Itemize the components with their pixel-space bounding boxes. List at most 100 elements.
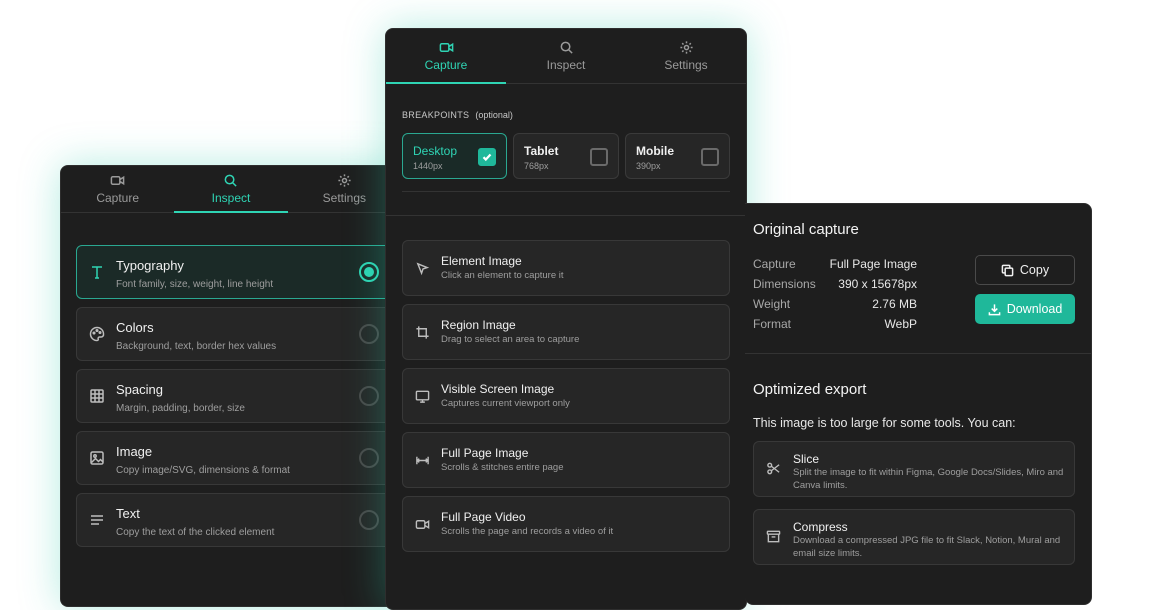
search-icon <box>560 41 573 54</box>
tab-bar: Capture Inspect Settings <box>386 29 746 84</box>
action-full-page-image[interactable]: Full Page Image Scrolls & stitches entir… <box>402 432 730 488</box>
palette-icon <box>89 326 105 342</box>
tab-capture[interactable]: Capture <box>386 29 506 84</box>
breakpoint-checkbox[interactable] <box>590 148 608 166</box>
tab-inspect[interactable]: Inspect <box>174 166 288 213</box>
action-title: Full Page Image <box>441 446 529 460</box>
breakpoint-tablet[interactable]: Tablet 768px <box>513 133 619 179</box>
tab-label: Capture <box>424 58 468 72</box>
video-icon <box>439 42 453 53</box>
breakpoints-optional: (optional) <box>475 110 513 120</box>
option-desc: Font family, size, weight, line height <box>116 279 274 290</box>
tab-settings[interactable]: Settings <box>288 166 401 212</box>
action-element-image[interactable]: Element Image Click an element to captur… <box>402 240 730 296</box>
archive-icon <box>766 530 781 543</box>
tab-label: Settings <box>664 58 708 72</box>
option-typography[interactable]: Typography Font family, size, weight, li… <box>76 245 401 299</box>
download-label: Download <box>1006 302 1063 316</box>
download-button[interactable]: Download <box>975 294 1075 324</box>
action-region-image[interactable]: Region Image Drag to select an area to c… <box>402 304 730 360</box>
option-radio[interactable] <box>359 448 379 468</box>
breakpoint-size: 768px <box>524 161 549 171</box>
tab-settings[interactable]: Settings <box>626 29 746 83</box>
option-text[interactable]: Text Copy the text of the clicked elemen… <box>76 493 401 547</box>
stretch-icon <box>416 456 429 465</box>
option-title: Text <box>116 506 140 521</box>
search-icon <box>225 174 238 187</box>
action-desc: Scrolls the page and records a video of … <box>441 526 614 537</box>
option-radio[interactable] <box>359 262 379 282</box>
option-radio[interactable] <box>359 510 379 530</box>
download-icon <box>988 303 1001 315</box>
video-icon <box>110 175 125 186</box>
gear-icon <box>679 41 693 54</box>
monitor-icon <box>415 390 430 403</box>
breakpoint-checkbox[interactable] <box>478 148 496 166</box>
breakpoints-label: BREAKPOINTS <box>402 110 470 120</box>
tab-inspect[interactable]: Inspect <box>506 29 626 83</box>
copy-label: Copy <box>1019 263 1050 277</box>
option-desc: Margin, padding, border, size <box>116 403 245 414</box>
export-title: Slice <box>793 452 820 466</box>
original-capture-title: Original capture <box>753 221 859 238</box>
breakpoint-checkbox[interactable] <box>701 148 719 166</box>
divider <box>386 215 746 216</box>
inspect-panel: Capture Inspect Settings Typography Font… <box>60 165 401 607</box>
action-title: Region Image <box>441 318 516 332</box>
type-icon <box>92 266 102 279</box>
export-desc: Download a compressed JPG file to fit Sl… <box>793 535 1061 559</box>
action-desc: Scrolls & stitches entire page <box>441 462 564 473</box>
breakpoint-desktop[interactable]: Desktop 1440px <box>402 133 507 179</box>
grid-icon <box>90 389 104 403</box>
export-slice[interactable]: Slice Split the image to fit within Figm… <box>753 441 1075 497</box>
action-desc: Drag to select an area to capture <box>441 334 580 345</box>
tab-capture[interactable]: Capture <box>61 166 174 212</box>
detail-value: Full Page Image <box>829 257 917 271</box>
breakpoint-name: Tablet <box>524 144 559 158</box>
breakpoint-mobile[interactable]: Mobile 390px <box>625 133 730 179</box>
crop-icon <box>416 326 429 339</box>
detail-value: 390 x 15678px <box>838 277 917 291</box>
breakpoint-size: 390px <box>636 161 661 171</box>
divider <box>745 353 1091 354</box>
breakpoint-name: Desktop <box>413 144 458 158</box>
action-desc: Captures current viewport only <box>441 398 570 409</box>
tab-label: Settings <box>322 191 366 205</box>
text-lines-icon <box>91 515 103 525</box>
action-title: Full Page Video <box>441 510 526 524</box>
option-image[interactable]: Image Copy image/SVG, dimensions & forma… <box>76 431 401 485</box>
breakpoint-size: 1440px <box>413 161 443 171</box>
option-title: Spacing <box>116 382 163 397</box>
copy-button[interactable]: Copy <box>975 255 1075 285</box>
option-desc: Background, text, border hex values <box>116 341 277 352</box>
option-spacing[interactable]: Spacing Margin, padding, border, size <box>76 369 401 423</box>
option-colors[interactable]: Colors Background, text, border hex valu… <box>76 307 401 361</box>
export-compress[interactable]: Compress Download a compressed JPG file … <box>753 509 1075 565</box>
breakpoints-heading: BREAKPOINTS (optional) <box>402 110 513 120</box>
option-radio[interactable] <box>359 386 379 406</box>
detail-key: Weight <box>753 297 791 311</box>
export-note: This image is too large for some tools. … <box>753 416 1016 430</box>
export-desc: Split the image to fit within Figma, Goo… <box>793 467 1064 491</box>
tab-label: Capture <box>96 191 140 205</box>
image-icon <box>90 451 104 465</box>
check-icon <box>482 153 492 162</box>
scissors-icon <box>767 462 780 475</box>
action-full-page-video[interactable]: Full Page Video Scrolls the page and rec… <box>402 496 730 552</box>
detail-value: WebP <box>884 317 917 331</box>
action-title: Element Image <box>441 254 522 268</box>
option-radio[interactable] <box>359 324 379 344</box>
divider <box>402 191 730 192</box>
export-panel: Original capture Capture Full Page Image… <box>745 203 1092 605</box>
capture-panel: Capture Inspect Settings BREAKPOINTS (opt… <box>385 28 747 610</box>
tab-bar: Capture Inspect Settings <box>61 166 401 213</box>
action-title: Visible Screen Image <box>441 382 555 396</box>
detail-key: Capture <box>753 257 796 271</box>
action-visible-screen-image[interactable]: Visible Screen Image Captures current vi… <box>402 368 730 424</box>
breakpoint-name: Mobile <box>636 144 674 158</box>
action-desc: Click an element to capture it <box>441 270 564 281</box>
tab-label: Inspect <box>211 191 251 205</box>
option-title: Image <box>116 444 153 459</box>
detail-value: 2.76 MB <box>872 297 917 311</box>
video-icon <box>415 519 430 530</box>
